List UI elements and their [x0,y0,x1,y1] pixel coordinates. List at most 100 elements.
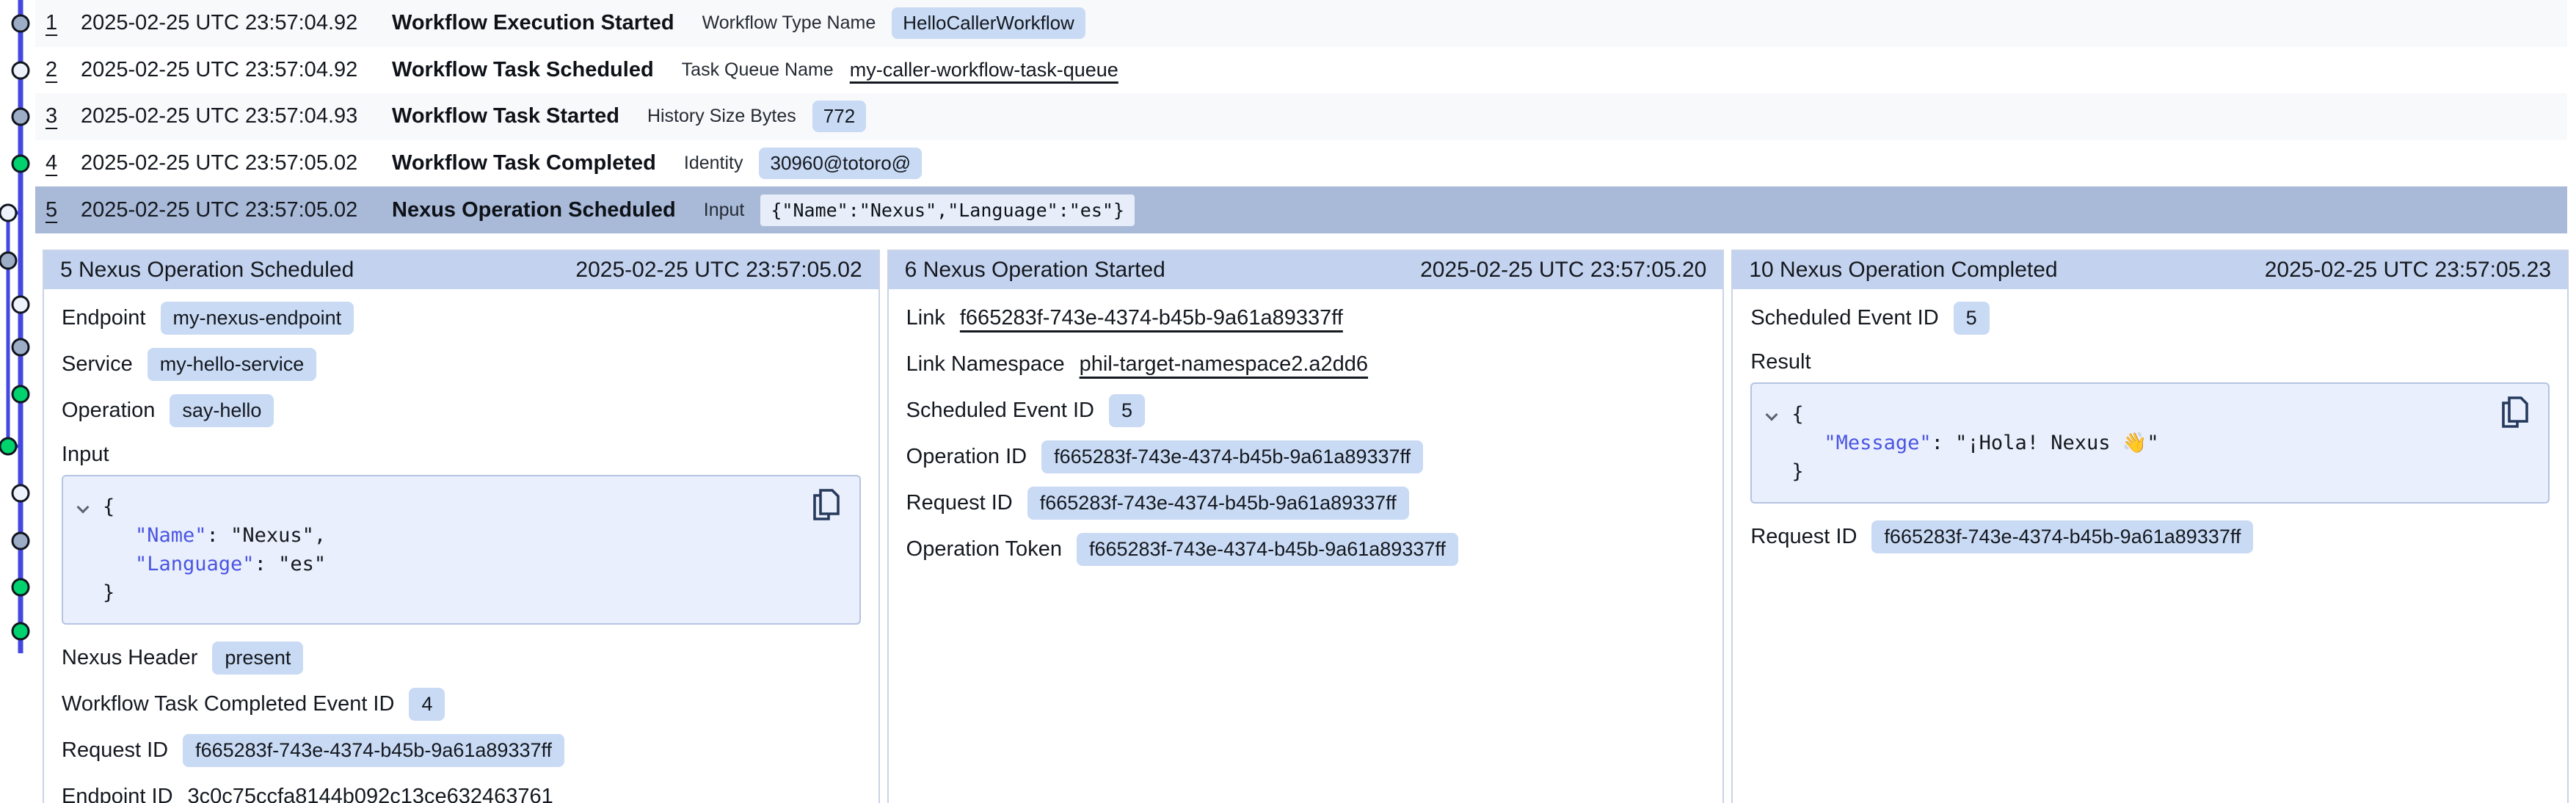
panel-title: 6 Nexus Operation Started [905,258,1165,283]
detail-field-label: Request ID [62,738,168,763]
timeline-dot-green [12,156,29,172]
detail-field-label: Endpoint ID [62,785,173,803]
detail-field-badge: 4 [409,688,445,721]
detail-field-badge: f665283f-743e-4374-b45b-9a61a89337ff [1041,440,1423,473]
event-id-link[interactable]: 3 [46,104,73,128]
json-code-line: "Name": "Nexus", [63,521,808,550]
copy-icon[interactable] [2500,396,2532,431]
timeline-dot-gray [12,109,29,125]
event-timestamp: 2025-02-25 UTC 23:57:05.02 [81,151,373,175]
timeline-dot-white [0,205,16,221]
detail-field-link[interactable]: 3c0c75ccfa8144b092c13ce632463761 [188,785,553,803]
detail-field-badge: f665283f-743e-4374-b45b-9a61a89337ff [1077,533,1458,566]
timeline-dot-gray [12,15,29,32]
detail-field-label: Scheduled Event ID [906,399,1094,423]
detail-field-label: Operation Token [906,537,1062,562]
event-id-link[interactable]: 5 [46,198,73,222]
copy-icon[interactable] [811,488,843,523]
event-name: Nexus Operation Scheduled [392,198,676,222]
detail-field-label: Request ID [1750,525,1857,549]
json-code-line: "Language": "es" [63,550,808,578]
event-timestamp: 2025-02-25 UTC 23:57:04.92 [81,11,373,35]
collapse-chevron-icon[interactable] [75,501,91,517]
event-name: Workflow Task Scheduled [392,58,654,82]
detail-field-badge: present [212,642,303,675]
timeline-dot-gray [12,533,29,549]
json-code-line: } [63,578,808,607]
event-row[interactable]: 4 2025-02-25 UTC 23:57:05.02 Workflow Ta… [35,140,2567,187]
detail-field-badge: f665283f-743e-4374-b45b-9a61a89337ff [1027,487,1409,520]
panel-body: Link f665283f-743e-4374-b45b-9a61a89337f… [889,289,1723,803]
event-attribute-value: 772 [812,101,866,132]
timeline-dot-green [12,623,29,639]
json-code-line: } [1752,457,2497,486]
event-attribute-label: Input [704,200,745,221]
panel-timestamp: 2025-02-25 UTC 23:57:05.02 [575,258,862,283]
json-code-line: { [63,493,808,521]
panel-body: Scheduled Event ID 5 Result {"Message": … [1733,289,2567,803]
detail-field: Link f665283f-743e-4374-b45b-9a61a89337f… [906,301,1706,335]
detail-field-label: Result [1750,350,1811,374]
detail-field-label: Endpoint [62,306,146,330]
event-history-list: 1 2025-02-25 UTC 23:57:04.92 Workflow Ex… [35,0,2567,233]
event-row[interactable]: 5 2025-02-25 UTC 23:57:05.02 Nexus Opera… [35,186,2567,233]
event-attribute-label: Task Queue Name [682,59,834,81]
timeline-dot-white [12,485,29,501]
detail-field-badge: 5 [1109,394,1145,427]
workflow-timeline-rail [0,0,43,803]
event-detail-panel: 10 Nexus Operation Completed 2025-02-25 … [1731,250,2569,803]
event-row[interactable]: 1 2025-02-25 UTC 23:57:04.92 Workflow Ex… [35,0,2567,47]
detail-field: Service my-hello-service [62,347,861,381]
detail-field-link[interactable]: f665283f-743e-4374-b45b-9a61a89337ff [960,306,1343,330]
event-attribute-value: 30960@totoro@ [759,148,922,179]
panel-header: 5 Nexus Operation Scheduled 2025-02-25 U… [44,251,878,289]
detail-field: Scheduled Event ID 5 [1750,301,2550,335]
timeline-dot-green [12,386,29,402]
event-timestamp: 2025-02-25 UTC 23:57:04.92 [81,58,373,82]
panel-body: Endpoint my-nexus-endpoint Service my-he… [44,289,878,803]
detail-field: Operation Token f665283f-743e-4374-b45b-… [906,532,1706,566]
panel-timestamp: 2025-02-25 UTC 23:57:05.23 [2265,258,2551,283]
event-attribute-value: HelloCallerWorkflow [892,7,1085,39]
event-row[interactable]: 3 2025-02-25 UTC 23:57:04.93 Workflow Ta… [35,93,2567,140]
detail-field-badge: my-hello-service [148,348,317,381]
collapse-chevron-icon[interactable] [1764,409,1780,425]
event-id-link[interactable]: 1 [46,11,73,35]
event-id-link[interactable]: 4 [46,151,73,175]
panel-title: 10 Nexus Operation Completed [1749,258,2057,283]
detail-field-badge: 5 [1954,302,1990,335]
detail-field: Workflow Task Completed Event ID 4 [62,687,861,721]
timeline-dot-white [12,62,29,79]
detail-field-label: Scheduled Event ID [1750,306,1938,330]
detail-field-label: Operation ID [906,445,1027,469]
detail-field: Scheduled Event ID 5 [906,393,1706,427]
detail-field-label: Request ID [906,491,1013,515]
event-detail-panel: 6 Nexus Operation Started 2025-02-25 UTC… [887,250,1725,803]
event-attribute-value: {"Name":"Nexus","Language":"es"} [760,195,1135,226]
timeline-dot-white [12,297,29,313]
json-code-lines: {"Name": "Nexus","Language": "es"} [63,493,808,607]
json-code-line: { [1752,400,2497,429]
timeline-dot-gray [0,252,16,269]
detail-field: Endpoint ID 3c0c75ccfa8144b092c13ce63246… [62,780,861,803]
event-name: Workflow Task Started [392,104,619,128]
event-id-link[interactable]: 2 [46,58,73,82]
detail-field-label: Workflow Task Completed Event ID [62,692,394,716]
event-detail-panels: 5 Nexus Operation Scheduled 2025-02-25 U… [43,250,2569,803]
detail-field: Input [62,440,861,469]
event-attribute-link[interactable]: my-caller-workflow-task-queue [850,59,1118,81]
panel-timestamp: 2025-02-25 UTC 23:57:05.20 [1420,258,1706,283]
event-name: Workflow Task Completed [392,151,656,175]
detail-field: Endpoint my-nexus-endpoint [62,301,861,335]
detail-field-link[interactable]: phil-target-namespace2.a2dd6 [1080,352,1368,377]
detail-field-badge: say-hello [170,394,274,427]
detail-field-badge: f665283f-743e-4374-b45b-9a61a89337ff [1871,520,2253,553]
detail-field-badge: my-nexus-endpoint [161,302,354,335]
detail-field-label: Service [62,352,133,377]
timeline-dot-green [12,579,29,595]
detail-field: Operation say-hello [62,393,861,427]
detail-field-label: Nexus Header [62,646,197,670]
event-name: Workflow Execution Started [392,11,674,35]
panel-title: 5 Nexus Operation Scheduled [60,258,354,283]
event-row[interactable]: 2 2025-02-25 UTC 23:57:04.92 Workflow Ta… [35,47,2567,94]
